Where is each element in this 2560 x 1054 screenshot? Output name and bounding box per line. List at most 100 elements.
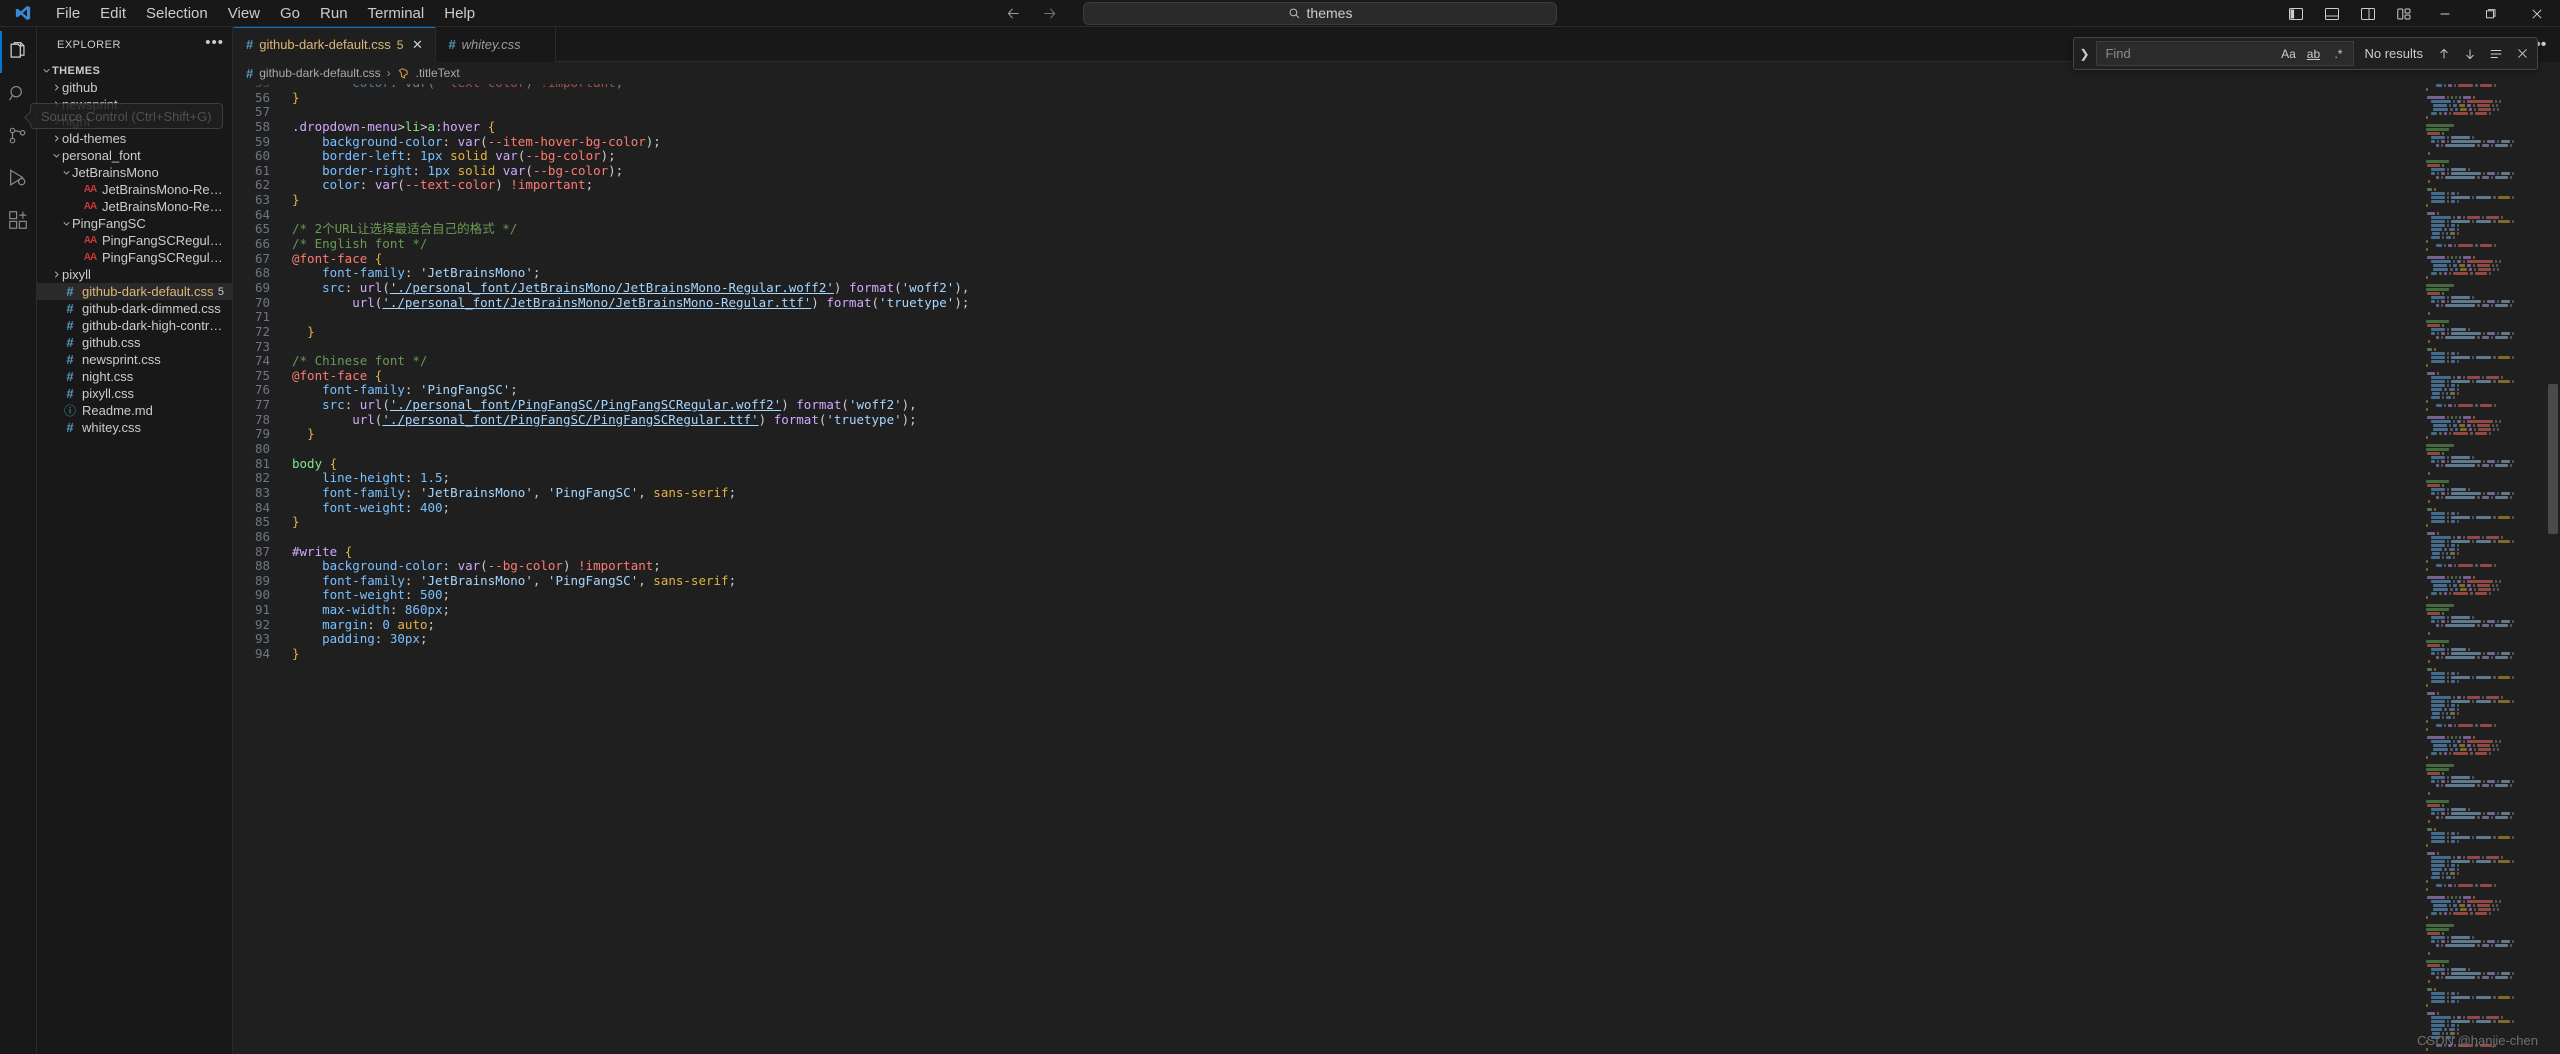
breadcrumb-file[interactable]: github-dark-default.css bbox=[259, 66, 380, 80]
menu-terminal[interactable]: Terminal bbox=[358, 2, 435, 25]
tree-item-github-css[interactable]: # github.css bbox=[37, 334, 232, 351]
css-icon: # bbox=[66, 284, 74, 299]
menu-file[interactable]: File bbox=[46, 2, 90, 25]
tree-item-label: THEMES bbox=[52, 64, 101, 77]
tree-item-github[interactable]: github bbox=[37, 79, 232, 96]
layout-sidebar-right-icon[interactable] bbox=[2350, 0, 2386, 27]
line-number: 64 bbox=[254, 206, 270, 222]
code-editor[interactable]: 55 color: var(--text-color) !important;5… bbox=[234, 84, 2560, 1054]
tree-item-jetbrainsmono-regular-woff2[interactable]: AA JetBrainsMono-Regular.woff2 bbox=[37, 198, 232, 215]
minimap-line bbox=[2426, 956, 2546, 959]
tree-item-github-dark-high-contrast-css[interactable]: # github-dark-high-contrast.css bbox=[37, 317, 232, 334]
minimap-line bbox=[2426, 284, 2546, 287]
minimap[interactable] bbox=[2426, 84, 2546, 1054]
ellipsis-icon[interactable]: ••• bbox=[205, 35, 224, 51]
line-content: color: var(--text-color) !important; bbox=[322, 177, 594, 193]
layout-panel-icon[interactable] bbox=[2314, 0, 2350, 27]
use-regex-toggle[interactable]: .* bbox=[2327, 44, 2349, 64]
menu-help[interactable]: Help bbox=[434, 2, 485, 25]
code-lines: 55 color: var(--text-color) !important;5… bbox=[234, 84, 2560, 662]
quick-search-input[interactable]: themes bbox=[1083, 1, 1557, 25]
tab-github-dark-default-css[interactable]: # github-dark-default.css 5 ✕ bbox=[234, 27, 437, 62]
chevron-right-icon[interactable]: ❯ bbox=[2076, 37, 2092, 70]
code-line: 75 @font-face { bbox=[234, 368, 2560, 384]
tree-item-newsprint-css[interactable]: # newsprint.css bbox=[37, 351, 232, 368]
menu-selection[interactable]: Selection bbox=[136, 2, 218, 25]
line-content: } bbox=[292, 514, 300, 530]
chevron-down-icon[interactable] bbox=[61, 215, 72, 232]
chevron-right-icon[interactable] bbox=[51, 266, 62, 283]
layout-customize-icon[interactable] bbox=[2386, 0, 2422, 27]
chevron-right-icon[interactable] bbox=[51, 130, 62, 147]
scrollbar-thumb[interactable] bbox=[2548, 384, 2558, 534]
minimap-line bbox=[2426, 936, 2546, 939]
tree-item-github-dark-dimmed-css[interactable]: # github-dark-dimmed.css bbox=[37, 300, 232, 317]
layout-sidebar-left-icon[interactable] bbox=[2278, 0, 2314, 27]
arrow-left-icon[interactable] bbox=[1003, 3, 1023, 23]
editor-vertical-scrollbar[interactable] bbox=[2546, 84, 2560, 1054]
menu-view[interactable]: View bbox=[218, 2, 270, 25]
tree-item-pingfangsc[interactable]: PingFangSC bbox=[37, 215, 232, 232]
tree-item-themes[interactable]: THEMES bbox=[37, 62, 232, 79]
tab-whitey-css[interactable]: # whitey.css bbox=[436, 27, 557, 62]
arrow-right-icon[interactable] bbox=[1039, 3, 1059, 23]
menu-go[interactable]: Go bbox=[270, 2, 310, 25]
tree-item-pingfangscregular-woff2[interactable]: AA PingFangSCRegular.woff2 bbox=[37, 249, 232, 266]
tree-item-whitey-css[interactable]: # whitey.css bbox=[37, 419, 232, 436]
minimap-line bbox=[2426, 1020, 2546, 1023]
line-content: body { bbox=[292, 455, 338, 471]
chevron-down-icon[interactable] bbox=[61, 164, 72, 181]
tree-item-pixyll[interactable]: pixyll bbox=[37, 266, 232, 283]
tree-item-github-dark-default-css[interactable]: # github-dark-default.css 5 bbox=[37, 283, 232, 300]
minimap-line bbox=[2426, 700, 2546, 703]
chevron-right-icon[interactable] bbox=[51, 79, 62, 96]
menu-run[interactable]: Run bbox=[310, 2, 358, 25]
maximize-button[interactable] bbox=[2468, 0, 2514, 27]
arrow-down-icon[interactable] bbox=[2459, 43, 2481, 65]
minimap-line bbox=[2426, 920, 2546, 923]
tree-item-jetbrainsmono-regular-ttf[interactable]: AA JetBrainsMono-Regular.ttf bbox=[37, 181, 232, 198]
minimap-line bbox=[2426, 464, 2546, 467]
tree-item-pingfangscregular-ttf[interactable]: AA PingFangSCRegular.ttf bbox=[37, 232, 232, 249]
tree-item-label: pixyll.css bbox=[82, 386, 135, 401]
tree-item-readme-md[interactable]: ⓘ Readme.md bbox=[37, 402, 232, 419]
font-icon: AA bbox=[83, 252, 97, 263]
find-input[interactable]: Find Aa ab .* bbox=[2096, 41, 2355, 66]
arrow-up-icon[interactable] bbox=[2433, 43, 2455, 65]
find-result-count: No results bbox=[2364, 46, 2423, 61]
minimap-line bbox=[2426, 112, 2546, 115]
chevron-down-icon[interactable] bbox=[51, 147, 62, 164]
tree-item-jetbrainsmono[interactable]: JetBrainsMono bbox=[37, 164, 232, 181]
line-number: 85 bbox=[254, 514, 270, 530]
tree-item-personal-font[interactable]: personal_font bbox=[37, 147, 232, 164]
line-number: 74 bbox=[254, 353, 270, 369]
minimap-line bbox=[2426, 680, 2546, 683]
close-icon[interactable]: ✕ bbox=[409, 37, 425, 53]
minimap-line bbox=[2426, 776, 2546, 779]
close-icon[interactable] bbox=[2511, 43, 2533, 65]
line-number: 82 bbox=[254, 470, 270, 486]
tree-item-pixyll-css[interactable]: # pixyll.css bbox=[37, 385, 232, 402]
breadcrumb-symbol[interactable]: .titleText bbox=[416, 66, 460, 80]
minimize-button[interactable] bbox=[2422, 0, 2468, 27]
css-icon: # bbox=[66, 335, 74, 350]
sidebar-item-run-and-debug[interactable] bbox=[0, 157, 37, 199]
close-button[interactable] bbox=[2514, 0, 2560, 27]
sidebar-item-explorer[interactable] bbox=[0, 31, 37, 73]
tree-item-night-css[interactable]: # night.css bbox=[37, 368, 232, 385]
minimap-line bbox=[2426, 588, 2546, 591]
match-case-toggle[interactable]: Aa bbox=[2277, 44, 2299, 64]
sidebar-item-extensions[interactable] bbox=[0, 199, 37, 241]
chevron-down-icon[interactable] bbox=[41, 62, 52, 79]
tree-item-label: PingFangSCRegular.ttf bbox=[102, 233, 228, 248]
menu-edit[interactable]: Edit bbox=[90, 2, 136, 25]
line-number: 63 bbox=[254, 192, 270, 208]
css-symbol-icon bbox=[397, 67, 410, 80]
match-whole-word-toggle[interactable]: ab bbox=[2302, 44, 2324, 64]
minimap-line bbox=[2426, 780, 2546, 783]
selection-icon[interactable] bbox=[2485, 43, 2507, 65]
tree-item-old-themes[interactable]: old-themes bbox=[37, 130, 232, 147]
code-line: 70 url('./personal_font/JetBrainsMono/Je… bbox=[234, 295, 2560, 311]
